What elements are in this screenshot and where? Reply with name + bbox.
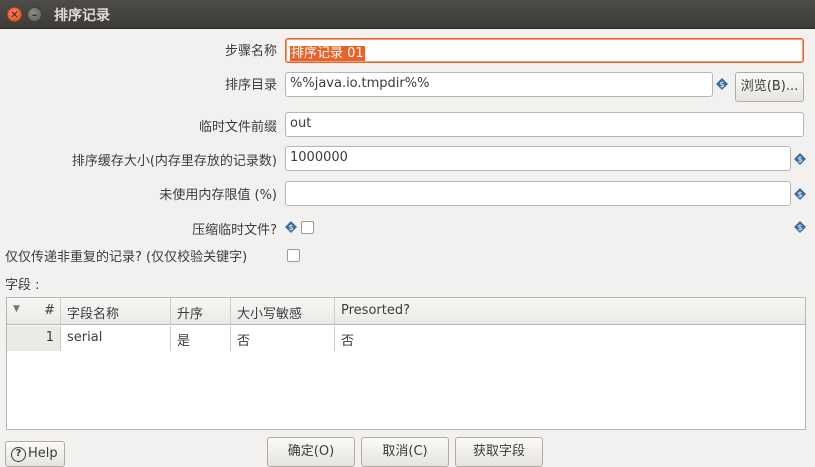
cell-field-name[interactable]: serial: [61, 326, 171, 351]
step-name-label: 步骤名称: [224, 44, 277, 59]
fields-section-label: 字段 :: [5, 278, 40, 293]
sort-size-input[interactable]: 1000000: [285, 146, 791, 171]
column-header-num[interactable]: ▼ #: [7, 298, 61, 325]
step-name-input[interactable]: 排序记录 01: [285, 38, 804, 63]
column-header-case-sensitive[interactable]: 大小写敏感: [231, 298, 335, 325]
variable-icon[interactable]: $: [285, 221, 297, 233]
tmp-prefix-label: 临时文件前缀: [198, 120, 277, 135]
tmp-prefix-input[interactable]: out: [285, 112, 804, 137]
variable-icon[interactable]: $: [794, 188, 806, 200]
help-button[interactable]: ? Help: [5, 441, 65, 467]
svg-text:$: $: [797, 190, 802, 199]
ok-button[interactable]: 确定(O): [267, 437, 355, 467]
svg-text:$: $: [797, 223, 802, 232]
fields-table[interactable]: ▼ # 字段名称 升序 大小写敏感 Presorted? 1 serial 是 …: [6, 297, 806, 430]
close-icon[interactable]: ✕: [7, 7, 22, 22]
minimize-icon[interactable]: –: [27, 7, 42, 22]
unique-rows-checkbox[interactable]: [287, 249, 300, 262]
cell-case-sensitive[interactable]: 否: [231, 326, 335, 351]
column-header-field-name[interactable]: 字段名称: [61, 298, 171, 325]
window-title: 排序记录: [54, 8, 110, 24]
compress-label: 压缩临时文件?: [192, 223, 277, 238]
cancel-button[interactable]: 取消(C): [361, 437, 449, 467]
free-memory-input[interactable]: [285, 181, 791, 206]
cell-ascending[interactable]: 是: [171, 326, 231, 351]
title-bar: ✕ – 排序记录: [0, 0, 815, 29]
step-name-selected-text: 排序记录 01: [290, 46, 365, 61]
sort-size-label: 排序缓存大小(内存里存放的记录数): [71, 154, 277, 169]
browse-button[interactable]: 浏览(B)...: [735, 72, 804, 102]
cell-presorted[interactable]: 否: [335, 326, 805, 351]
column-header-presorted[interactable]: Presorted?: [335, 298, 805, 325]
sort-directory-input[interactable]: %%java.io.tmpdir%%: [285, 72, 713, 97]
variable-icon[interactable]: $: [794, 153, 806, 165]
compress-checkbox[interactable]: [301, 221, 314, 234]
unique-rows-label: 仅仅传递非重复的记录? (仅仅校验关键字): [5, 250, 248, 265]
variable-icon[interactable]: $: [794, 221, 806, 233]
svg-text:$: $: [797, 155, 802, 164]
variable-icon[interactable]: $: [716, 78, 728, 90]
sort-triangle-icon: ▼: [13, 304, 20, 314]
row-number: 1: [7, 326, 61, 351]
sort-directory-label: 排序目录: [224, 78, 277, 93]
help-icon: ?: [11, 447, 26, 462]
free-memory-label: 未使用内存限值 (%): [159, 188, 277, 203]
svg-text:$: $: [288, 223, 293, 232]
column-header-ascending[interactable]: 升序: [171, 298, 231, 325]
get-fields-button[interactable]: 获取字段: [455, 437, 543, 467]
svg-text:$: $: [719, 80, 724, 89]
